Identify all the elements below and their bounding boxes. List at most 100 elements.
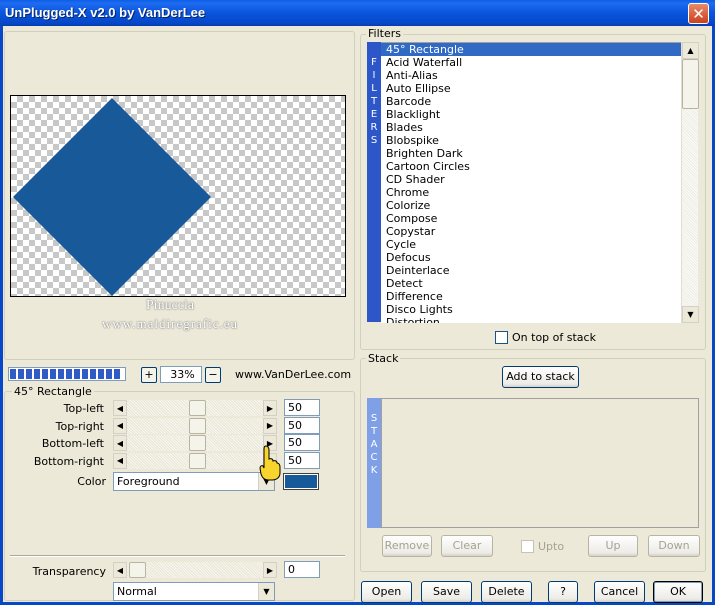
corner-slider[interactable]: ◀▶ xyxy=(113,417,277,434)
on-top-checkbox[interactable] xyxy=(495,331,508,344)
filter-list[interactable]: 45° Rectangle Acid Waterfall Anti-Alias Aut… xyxy=(381,42,681,323)
delete-button[interactable]: Delete xyxy=(481,581,532,603)
arrow-left-icon[interactable]: ◀ xyxy=(113,417,127,434)
filter-list-item[interactable]: Distortion xyxy=(381,316,681,323)
stack-list[interactable] xyxy=(381,398,699,528)
filter-list-item[interactable]: Detect xyxy=(381,277,681,290)
blend-mode-value: Normal xyxy=(117,585,157,598)
slider-track[interactable] xyxy=(127,400,263,416)
add-to-stack-button[interactable]: Add to stack xyxy=(502,366,579,388)
upto-checkbox[interactable] xyxy=(521,540,534,553)
watermark-url: www.maldiregrafic.eu xyxy=(101,316,239,331)
preview-shape xyxy=(13,98,211,296)
filter-list-item[interactable]: Copystar xyxy=(381,225,681,238)
slider-track[interactable] xyxy=(127,452,263,469)
filter-list-item[interactable]: Auto Ellipse xyxy=(381,82,681,95)
filter-list-item[interactable]: CD Shader xyxy=(381,173,681,186)
transparency-slider[interactable]: ◀ ▶ xyxy=(113,562,277,578)
transparency-label: Transparency xyxy=(32,565,106,578)
help-button[interactable]: ? xyxy=(548,581,578,603)
filters-vertical-label: FILTERS xyxy=(367,42,381,322)
arrow-right-icon[interactable]: ▶ xyxy=(263,417,277,434)
corner-slider[interactable]: ◀▶ xyxy=(113,452,277,469)
arrow-left-icon[interactable]: ◀ xyxy=(113,435,127,451)
filter-list-item[interactable]: Defocus xyxy=(381,251,681,264)
arrow-left-icon[interactable]: ◀ xyxy=(113,400,127,416)
close-button[interactable]: ✕ xyxy=(688,3,709,24)
vertical-letter: T xyxy=(370,96,378,107)
stack-group-title: Stack xyxy=(366,352,401,365)
window-title: UnPlugged-X v2.0 by VanDerLee xyxy=(5,5,206,20)
vertical-letter: K xyxy=(370,465,378,476)
arrow-right-icon[interactable]: ▶ xyxy=(263,562,277,578)
scroll-up-icon[interactable]: ▲ xyxy=(682,42,699,59)
zoom-in-button[interactable]: + xyxy=(141,367,157,383)
filter-list-item[interactable]: Chrome xyxy=(381,186,681,199)
up-button[interactable]: Up xyxy=(588,535,638,557)
vertical-letter: R xyxy=(370,122,378,133)
color-select-value: Foreground xyxy=(117,475,180,488)
filter-list-item[interactable]: Blacklight xyxy=(381,108,681,121)
website-link[interactable]: www.VanDerLee.com xyxy=(235,368,351,381)
filter-list-item[interactable]: Compose xyxy=(381,212,681,225)
ok-button[interactable]: OK xyxy=(653,581,703,603)
filter-list-item[interactable]: Disco Lights xyxy=(381,303,681,316)
filter-list-item[interactable]: Anti-Alias xyxy=(381,69,681,82)
slider-value[interactable]: 50 xyxy=(284,434,320,451)
params-group-title: 45° Rectangle xyxy=(12,385,94,398)
filter-list-item[interactable]: Colorize xyxy=(381,199,681,212)
corner-slider[interactable]: ◀▶ xyxy=(113,400,277,416)
remove-button[interactable]: Remove xyxy=(382,535,432,557)
filter-list-scrollbar[interactable]: ▲ ▼ xyxy=(681,42,699,323)
slider-value[interactable]: 50 xyxy=(284,399,320,416)
slider-track[interactable] xyxy=(127,435,263,451)
filter-list-item[interactable]: Brighten Dark xyxy=(381,147,681,160)
filter-list-item[interactable]: Cartoon Circles xyxy=(381,160,681,173)
clear-button[interactable]: Clear xyxy=(441,535,493,557)
filter-list-item[interactable]: Deinterlace xyxy=(381,264,681,277)
color-label: Color xyxy=(77,475,106,488)
filter-list-item[interactable]: 45° Rectangle xyxy=(381,43,681,56)
slider-track[interactable] xyxy=(127,417,263,434)
slider-thumb[interactable] xyxy=(129,562,146,578)
slider-thumb[interactable] xyxy=(189,452,206,469)
stack-vertical-label: STACK xyxy=(367,398,381,528)
scroll-down-icon[interactable]: ▼ xyxy=(682,306,699,323)
filter-list-item[interactable]: Difference xyxy=(381,290,681,303)
slider-value[interactable]: 50 xyxy=(284,416,320,434)
filter-list-item[interactable]: Barcode xyxy=(381,95,681,108)
vertical-letter: C xyxy=(370,452,378,463)
filter-list-item[interactable]: Blades xyxy=(381,121,681,134)
zoom-value[interactable]: 33% xyxy=(160,366,202,383)
filter-list-item[interactable]: Blobspike xyxy=(381,134,681,147)
corner-slider[interactable]: ◀▶ xyxy=(113,435,277,451)
slider-label: Bottom-left xyxy=(41,437,104,450)
zoom-out-button[interactable]: − xyxy=(205,367,221,383)
slider-value[interactable]: 50 xyxy=(284,451,320,469)
blend-mode-select[interactable]: Normal ▼ xyxy=(113,582,275,601)
upto-label: Upto xyxy=(538,540,565,553)
open-button[interactable]: Open xyxy=(361,581,412,603)
slider-label: Top-right xyxy=(55,419,104,433)
save-button[interactable]: Save xyxy=(421,581,472,603)
cancel-button[interactable]: Cancel xyxy=(594,581,645,603)
arrow-left-icon[interactable]: ◀ xyxy=(113,562,127,578)
vertical-letter: I xyxy=(372,70,376,81)
down-button[interactable]: Down xyxy=(648,535,700,557)
filter-list-item[interactable]: Acid Waterfall xyxy=(381,56,681,69)
transparency-value[interactable]: 0 xyxy=(284,561,320,578)
slider-thumb[interactable] xyxy=(189,417,206,434)
slider-track[interactable] xyxy=(127,562,263,578)
slider-thumb[interactable] xyxy=(189,400,206,416)
scroll-thumb[interactable] xyxy=(682,59,699,109)
slider-thumb[interactable] xyxy=(189,435,206,451)
color-select[interactable]: Foreground ▼ xyxy=(113,472,275,491)
arrow-right-icon[interactable]: ▶ xyxy=(263,400,277,416)
divider xyxy=(10,555,345,557)
preview-canvas[interactable] xyxy=(10,95,346,297)
arrow-left-icon[interactable]: ◀ xyxy=(113,452,127,469)
color-swatch[interactable] xyxy=(283,473,319,490)
on-top-label: On top of stack xyxy=(512,331,596,344)
filter-list-item[interactable]: Cycle xyxy=(381,238,681,251)
vertical-letter: L xyxy=(371,83,377,94)
